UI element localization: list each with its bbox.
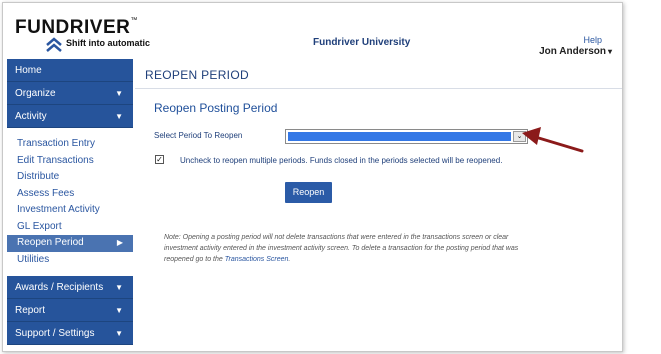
sidebar-item-investment-activity[interactable]: Investment Activity bbox=[7, 202, 133, 219]
period-select-label: Select Period To Reopen bbox=[154, 131, 243, 140]
main-content: REOPEN PERIOD Reopen Posting Period Sele… bbox=[135, 59, 622, 351]
note-end: . bbox=[288, 256, 291, 263]
app-window: FUNDRIVER™ Shift into automatic Fundrive… bbox=[2, 2, 623, 352]
logo-text: FUNDRIVER bbox=[15, 17, 131, 38]
help-link[interactable]: Help bbox=[583, 35, 602, 45]
multiple-periods-checkbox[interactable]: ✓ bbox=[155, 155, 164, 164]
section-title: Reopen Posting Period bbox=[154, 101, 278, 115]
sidebar-item-edit-transactions[interactable]: Edit Transactions bbox=[7, 152, 133, 169]
sidebar-item-utilities[interactable]: Utilities bbox=[7, 251, 133, 268]
sidebar-item-label: Awards / Recipients bbox=[15, 282, 104, 293]
sidebar-item-home[interactable]: Home bbox=[7, 59, 133, 82]
sidebar: Home Organize ▼ Activity ▼ Transaction Ent… bbox=[7, 59, 133, 351]
transactions-screen-link[interactable]: Transactions Screen bbox=[225, 256, 289, 263]
caret-down-icon: ▼ bbox=[115, 283, 123, 292]
caret-down-icon: ▼ bbox=[115, 306, 123, 315]
caret-down-icon: ▼ bbox=[115, 329, 123, 338]
sidebar-item-report[interactable]: Report ▼ bbox=[7, 299, 133, 322]
sidebar-item-label: Support / Settings bbox=[15, 328, 95, 339]
user-menu[interactable]: Jon Anderson ▾ bbox=[539, 46, 612, 57]
sidebar-item-label: Organize bbox=[15, 88, 56, 99]
period-select-value bbox=[288, 132, 511, 141]
user-name: Jon Anderson bbox=[539, 46, 606, 57]
sidebar-item-reopen-period[interactable]: Reopen Period ▶ bbox=[7, 235, 133, 252]
sidebar-item-label: Activity bbox=[15, 111, 47, 122]
sidebar-item-distribute[interactable]: Distribute bbox=[7, 169, 133, 186]
caret-down-icon: ▼ bbox=[115, 89, 123, 98]
sidebar-item-label: Report bbox=[15, 305, 46, 316]
period-select[interactable]: ⌄ bbox=[285, 129, 528, 144]
chevron-down-icon[interactable]: ⌄ bbox=[513, 131, 526, 142]
sidebar-item-label: Home bbox=[15, 65, 42, 76]
page-title: REOPEN PERIOD bbox=[145, 68, 249, 82]
caret-down-icon: ▾ bbox=[607, 47, 612, 56]
header: FUNDRIVER™ Shift into automatic Fundrive… bbox=[3, 3, 622, 59]
sidebar-item-assess-fees[interactable]: Assess Fees bbox=[7, 185, 133, 202]
organization-name: Fundriver University bbox=[313, 37, 411, 48]
note-text: Note: Opening a posting period will not … bbox=[164, 232, 524, 265]
caret-down-icon: ▼ bbox=[115, 112, 123, 121]
divider bbox=[135, 88, 622, 89]
sidebar-item-activity[interactable]: Activity ▼ bbox=[7, 105, 133, 128]
sidebar-item-support[interactable]: Support / Settings ▼ bbox=[7, 322, 133, 345]
sidebar-item-label: Reopen Period bbox=[17, 237, 84, 248]
logo[interactable]: FUNDRIVER™ Shift into automatic bbox=[15, 17, 150, 52]
logo-tagline: Shift into automatic bbox=[66, 38, 150, 48]
note-body: Note: Opening a posting period will not … bbox=[164, 234, 519, 263]
sidebar-item-transaction-entry[interactable]: Transaction Entry bbox=[7, 136, 133, 153]
logo-trademark: ™ bbox=[130, 17, 138, 24]
sidebar-item-gl-export[interactable]: GL Export bbox=[7, 218, 133, 235]
caret-right-icon: ▶ bbox=[116, 238, 123, 247]
reopen-button[interactable]: Reopen bbox=[285, 182, 332, 203]
multiple-periods-label: Uncheck to reopen multiple periods. Fund… bbox=[180, 156, 503, 165]
sidebar-item-organize[interactable]: Organize ▼ bbox=[7, 82, 133, 105]
sidebar-item-awards[interactable]: Awards / Recipients ▼ bbox=[7, 276, 133, 299]
chevron-up-logo-icon bbox=[46, 37, 62, 52]
